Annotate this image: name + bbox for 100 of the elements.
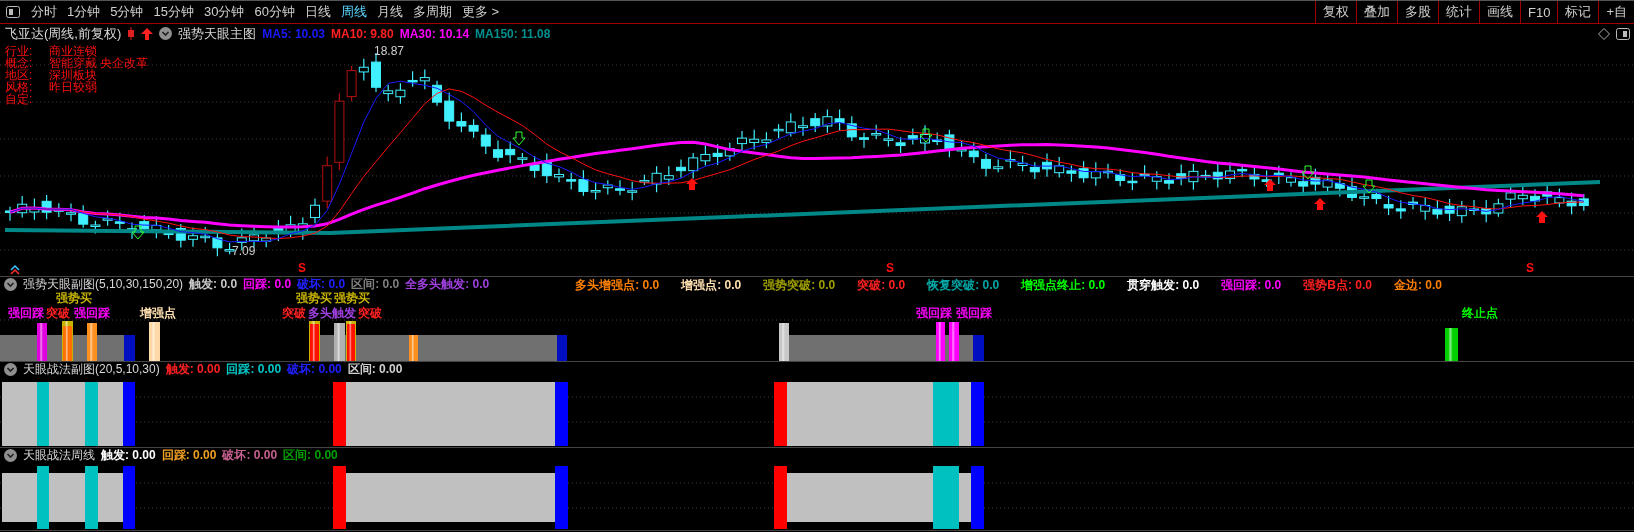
toolbar-button[interactable]: 多股 bbox=[1397, 1, 1438, 23]
period-tab[interactable]: 日线 bbox=[299, 3, 336, 21]
candle bbox=[29, 197, 40, 221]
candle bbox=[1176, 163, 1187, 186]
stock-title: 飞亚达(周线,前复权) bbox=[5, 24, 122, 43]
period-tab[interactable]: 1分钟 bbox=[62, 3, 106, 21]
candle bbox=[1151, 170, 1162, 191]
indicator-value: 回踩: 0.00 bbox=[161, 447, 217, 464]
signal-label: 强回踩 bbox=[916, 307, 952, 320]
indicator-value: 区间: 0.00 bbox=[283, 447, 338, 464]
down-arrow-icon bbox=[1362, 179, 1376, 194]
toolbar-button[interactable]: 画线 bbox=[1479, 1, 1520, 23]
candle bbox=[1383, 195, 1394, 216]
signal-label: 强回踩 bbox=[956, 307, 992, 320]
candle bbox=[1554, 188, 1565, 208]
indicator-value: 多头增强点: 0.0 bbox=[575, 277, 660, 292]
candle bbox=[1164, 172, 1174, 190]
candle bbox=[1481, 199, 1492, 223]
indicator-value: 恢复突破: 0.0 bbox=[927, 277, 1000, 292]
candle bbox=[859, 132, 869, 149]
indicator-name: 天眼战法周线 bbox=[23, 447, 95, 464]
period-tab[interactable]: 月线 bbox=[371, 3, 408, 21]
candle bbox=[1029, 161, 1040, 180]
toolbar-button[interactable]: F10 bbox=[1520, 1, 1558, 23]
candle bbox=[907, 127, 918, 146]
period-tab[interactable]: 5分钟 bbox=[105, 3, 149, 21]
indicator-name: 强势天眼副图(5,10,30,150,20) bbox=[23, 276, 184, 291]
period-tab[interactable]: 15分钟 bbox=[148, 3, 199, 21]
candle bbox=[1078, 160, 1089, 184]
indicator-value: 强回踩: 0.0 bbox=[1221, 277, 1282, 292]
up-arrow-icon bbox=[686, 178, 698, 190]
period-tab[interactable]: 分时 bbox=[26, 3, 62, 21]
candle bbox=[407, 70, 418, 88]
info-label: 行业: bbox=[5, 45, 34, 57]
period-tab[interactable]: 更多 > bbox=[456, 3, 505, 21]
candle bbox=[1408, 196, 1418, 210]
candle bbox=[1090, 161, 1101, 187]
candle bbox=[1322, 174, 1333, 194]
candle bbox=[1042, 152, 1052, 178]
high-price-label: 18.87 bbox=[374, 44, 405, 58]
candle bbox=[1469, 199, 1479, 216]
indicator-name: 强势天眼主图 bbox=[178, 24, 257, 43]
candle bbox=[468, 118, 479, 139]
period-tab[interactable]: 60分钟 bbox=[249, 3, 300, 21]
candle bbox=[493, 139, 503, 163]
period-tab[interactable]: 30分钟 bbox=[198, 3, 250, 21]
candle bbox=[17, 195, 28, 219]
toolbar-button[interactable]: 叠加 bbox=[1356, 1, 1397, 23]
candle bbox=[602, 179, 613, 196]
candle bbox=[66, 202, 76, 222]
candle bbox=[749, 129, 760, 151]
signal-label: 终止点 bbox=[1462, 307, 1498, 320]
candle bbox=[432, 80, 442, 107]
indicator-value: 破坏: 0.00 bbox=[222, 447, 278, 464]
candle bbox=[1225, 161, 1235, 185]
info-label: 风格: bbox=[5, 81, 34, 93]
candle bbox=[700, 145, 711, 167]
toolbar-button[interactable]: 统计 bbox=[1438, 1, 1479, 23]
ma-value: MA150: 11.08 bbox=[475, 26, 551, 41]
period-tab[interactable]: 多周期 bbox=[407, 3, 457, 21]
ma-value: MA5: 10.03 bbox=[262, 26, 325, 41]
candle bbox=[968, 141, 979, 164]
signal-label: 突破 bbox=[358, 307, 382, 320]
indicator-value: 触发: 0.00 bbox=[101, 447, 156, 464]
toolbar-button[interactable]: 标记 bbox=[1557, 1, 1599, 23]
info-value: 昨日较弱 bbox=[49, 81, 98, 93]
candle bbox=[615, 179, 625, 196]
panel-toggle-icon bbox=[1616, 27, 1630, 40]
period-tab[interactable]: 周线 bbox=[335, 3, 372, 21]
down-arrow-icon bbox=[919, 128, 933, 143]
candle bbox=[724, 142, 735, 162]
indicator-value: 触发: 0.0 bbox=[189, 276, 238, 293]
signal-label: 增强点 bbox=[140, 307, 176, 320]
panel-toggle-icon bbox=[6, 6, 20, 18]
chevron-circle-icon bbox=[4, 449, 17, 462]
toolbar-button[interactable]: 复权 bbox=[1315, 1, 1356, 23]
indicator-name: 天眼战法副图(20,5,10,30) bbox=[23, 361, 160, 378]
signal-label: 强回踩 bbox=[8, 307, 44, 320]
candle bbox=[1456, 200, 1467, 224]
candle-icon bbox=[127, 27, 136, 40]
candle bbox=[834, 108, 845, 132]
down-arrow-icon bbox=[1301, 165, 1315, 180]
indicator-value: 回踩: 0.00 bbox=[226, 361, 282, 378]
low-price-label: 7.09 bbox=[232, 244, 256, 258]
candle bbox=[895, 136, 906, 154]
signal-label: 多头触发 bbox=[308, 307, 356, 320]
indicator-value: 全多头触发: 0.0 bbox=[405, 276, 490, 293]
candle bbox=[383, 84, 394, 102]
candle bbox=[920, 124, 930, 153]
indicator-value: 贯穿触发: 0.0 bbox=[1127, 277, 1200, 292]
double-caret-icon bbox=[10, 265, 20, 275]
candle bbox=[127, 221, 137, 240]
indicator-value: 触发: 0.00 bbox=[165, 361, 221, 378]
chevron-circle-icon bbox=[4, 363, 17, 376]
candle bbox=[310, 197, 320, 224]
candle bbox=[1115, 168, 1126, 187]
indicator-value: 回踩: 0.0 bbox=[243, 276, 292, 293]
toolbar-button[interactable]: +自 bbox=[1598, 1, 1634, 23]
signal-marker: S bbox=[886, 261, 894, 275]
indicator-value: 破坏: 0.00 bbox=[287, 361, 342, 378]
